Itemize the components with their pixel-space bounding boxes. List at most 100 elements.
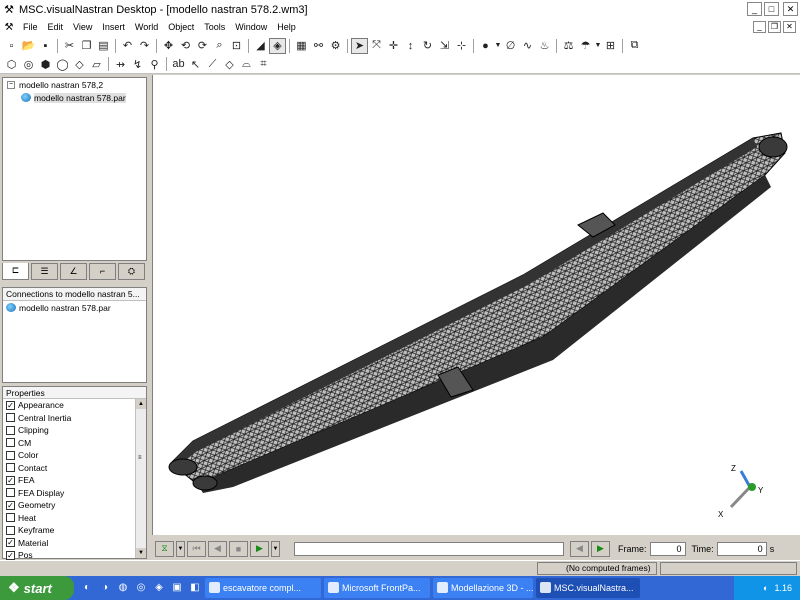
scroll-thumb[interactable]: ≡: [138, 455, 144, 461]
redo-icon[interactable]: ↷: [136, 38, 153, 54]
rotate-axis-icon[interactable]: ↕: [402, 38, 419, 54]
connection-item[interactable]: modello nastran 578.par: [3, 301, 146, 314]
volume-icon[interactable]: ◐: [763, 583, 768, 593]
save-icon[interactable]: ▪: [37, 38, 54, 54]
quicklaunch-icon[interactable]: ◎: [134, 581, 148, 595]
scroll-up-icon[interactable]: ▲: [136, 399, 146, 409]
open-icon[interactable]: 📂: [20, 38, 37, 54]
property-row[interactable]: Color: [3, 449, 146, 462]
grid-icon[interactable]: ▦: [293, 38, 310, 54]
new-icon[interactable]: ▫: [3, 38, 20, 54]
property-checkbox[interactable]: ✓: [6, 475, 15, 485]
tab-objects[interactable]: ⊏: [2, 263, 29, 280]
task-button-active[interactable]: MSC.visualNastra...: [536, 578, 640, 598]
property-row[interactable]: CM: [3, 437, 146, 450]
property-row[interactable]: FEA Display: [3, 487, 146, 500]
menu-world[interactable]: World: [130, 19, 163, 36]
arc-icon[interactable]: ⌓: [238, 56, 255, 72]
play-button[interactable]: ▶: [250, 540, 269, 557]
step-back-button[interactable]: ◀: [208, 540, 227, 557]
pin-icon[interactable]: ⚲: [146, 56, 163, 72]
property-checkbox[interactable]: ✓: [6, 500, 15, 510]
doc-restore-button[interactable]: ❐: [768, 21, 781, 33]
arrow-icon[interactable]: ↖: [187, 56, 204, 72]
doc-close-button[interactable]: ✕: [783, 21, 796, 33]
camera-icon[interactable]: ♨: [536, 38, 553, 54]
property-row[interactable]: Keyframe: [3, 524, 146, 537]
task-button[interactable]: escavatore compl...: [205, 578, 321, 598]
stop-button[interactable]: ■: [229, 540, 248, 557]
properties-scrollbar[interactable]: ▲ ≡ ▼: [135, 399, 146, 558]
constraint-icon[interactable]: ⚙: [327, 38, 344, 54]
coord-icon[interactable]: ⇸: [112, 56, 129, 72]
quicklaunch-icon[interactable]: ◐: [80, 581, 94, 595]
3d-viewport[interactable]: Z X Y: [152, 75, 800, 535]
frame-input[interactable]: 0: [649, 541, 686, 556]
tab-graphs[interactable]: ∠: [60, 263, 87, 280]
chevron-down-icon[interactable]: ▼: [594, 38, 602, 54]
connect-icon[interactable]: ⚯: [310, 38, 327, 54]
task-button[interactable]: Modellazione 3D - ...: [433, 578, 533, 598]
table-icon[interactable]: ⊞: [602, 38, 619, 54]
meter-icon[interactable]: ⚖: [560, 38, 577, 54]
scroll-down-icon[interactable]: ▼: [136, 548, 146, 558]
prev-frame-button[interactable]: ◀: [570, 540, 589, 557]
tree-item[interactable]: modello nastran 578.par: [3, 91, 146, 104]
chevron-down-icon[interactable]: ▼: [271, 540, 280, 557]
pan-icon[interactable]: ✥: [160, 38, 177, 54]
chevron-down-icon[interactable]: ▼: [494, 38, 502, 54]
quicklaunch-icon[interactable]: ◈: [152, 581, 166, 595]
box-icon[interactable]: ⬡: [3, 56, 20, 72]
time-input[interactable]: 0: [716, 541, 767, 556]
export-icon[interactable]: ⧉: [626, 38, 643, 54]
drag-icon[interactable]: ⇲: [436, 38, 453, 54]
property-checkbox[interactable]: [6, 450, 15, 460]
property-row[interactable]: ✓ FEA: [3, 474, 146, 487]
rotate-icon[interactable]: ⟲: [177, 38, 194, 54]
property-checkbox[interactable]: [6, 488, 15, 498]
property-row[interactable]: ✓ Appearance: [3, 399, 146, 412]
property-checkbox[interactable]: [6, 525, 15, 535]
curve-icon[interactable]: ◇: [221, 56, 238, 72]
property-row[interactable]: ✓ Material: [3, 537, 146, 550]
menu-insert[interactable]: Insert: [97, 19, 130, 36]
maximize-button[interactable]: □: [764, 2, 779, 16]
menu-tools[interactable]: Tools: [199, 19, 230, 36]
menu-help[interactable]: Help: [272, 19, 301, 36]
text-icon[interactable]: ab: [170, 56, 187, 72]
paste-icon[interactable]: ▤: [95, 38, 112, 54]
menu-window[interactable]: Window: [230, 19, 272, 36]
menu-object[interactable]: Object: [163, 19, 199, 36]
wire-icon[interactable]: ◈: [269, 37, 286, 54]
property-checkbox[interactable]: [6, 413, 15, 423]
undo-icon[interactable]: ↶: [119, 38, 136, 54]
ring-icon[interactable]: ◯: [54, 56, 71, 72]
cut-icon[interactable]: ✂: [61, 38, 78, 54]
frame-slider[interactable]: [294, 541, 564, 556]
quicklaunch-icon[interactable]: ▣: [170, 581, 184, 595]
quicklaunch-icon[interactable]: ◑: [98, 581, 112, 595]
doc-minimize-button[interactable]: _: [753, 21, 766, 33]
spring-icon[interactable]: ∅: [502, 38, 519, 54]
property-checkbox[interactable]: ✓: [6, 538, 15, 548]
document-icon[interactable]: ⚒: [2, 21, 16, 35]
property-row[interactable]: ✓ Geometry: [3, 499, 146, 512]
move-axis-icon[interactable]: ✛: [385, 38, 402, 54]
rotate-object-icon[interactable]: ↻: [419, 38, 436, 54]
plane-icon[interactable]: ▱: [88, 56, 105, 72]
chevron-down-icon[interactable]: ▼: [176, 540, 185, 557]
app-icon[interactable]: ⚒: [2, 3, 16, 17]
menu-file[interactable]: File: [18, 19, 43, 36]
property-checkbox[interactable]: ✓: [6, 550, 15, 560]
minimize-button[interactable]: _: [747, 2, 762, 16]
cylinder-icon[interactable]: ⬢: [37, 56, 54, 72]
property-row[interactable]: Clipping: [3, 424, 146, 437]
start-button[interactable]: ❖ start: [0, 576, 74, 600]
property-row[interactable]: Central Inertia: [3, 412, 146, 425]
next-frame-button[interactable]: ▶: [591, 540, 610, 557]
point-icon[interactable]: ↯: [129, 56, 146, 72]
select-icon[interactable]: ➤: [351, 37, 368, 54]
tab-cameras[interactable]: ⛭: [118, 263, 145, 280]
copy-icon[interactable]: ❐: [78, 38, 95, 54]
property-checkbox[interactable]: [6, 425, 15, 435]
